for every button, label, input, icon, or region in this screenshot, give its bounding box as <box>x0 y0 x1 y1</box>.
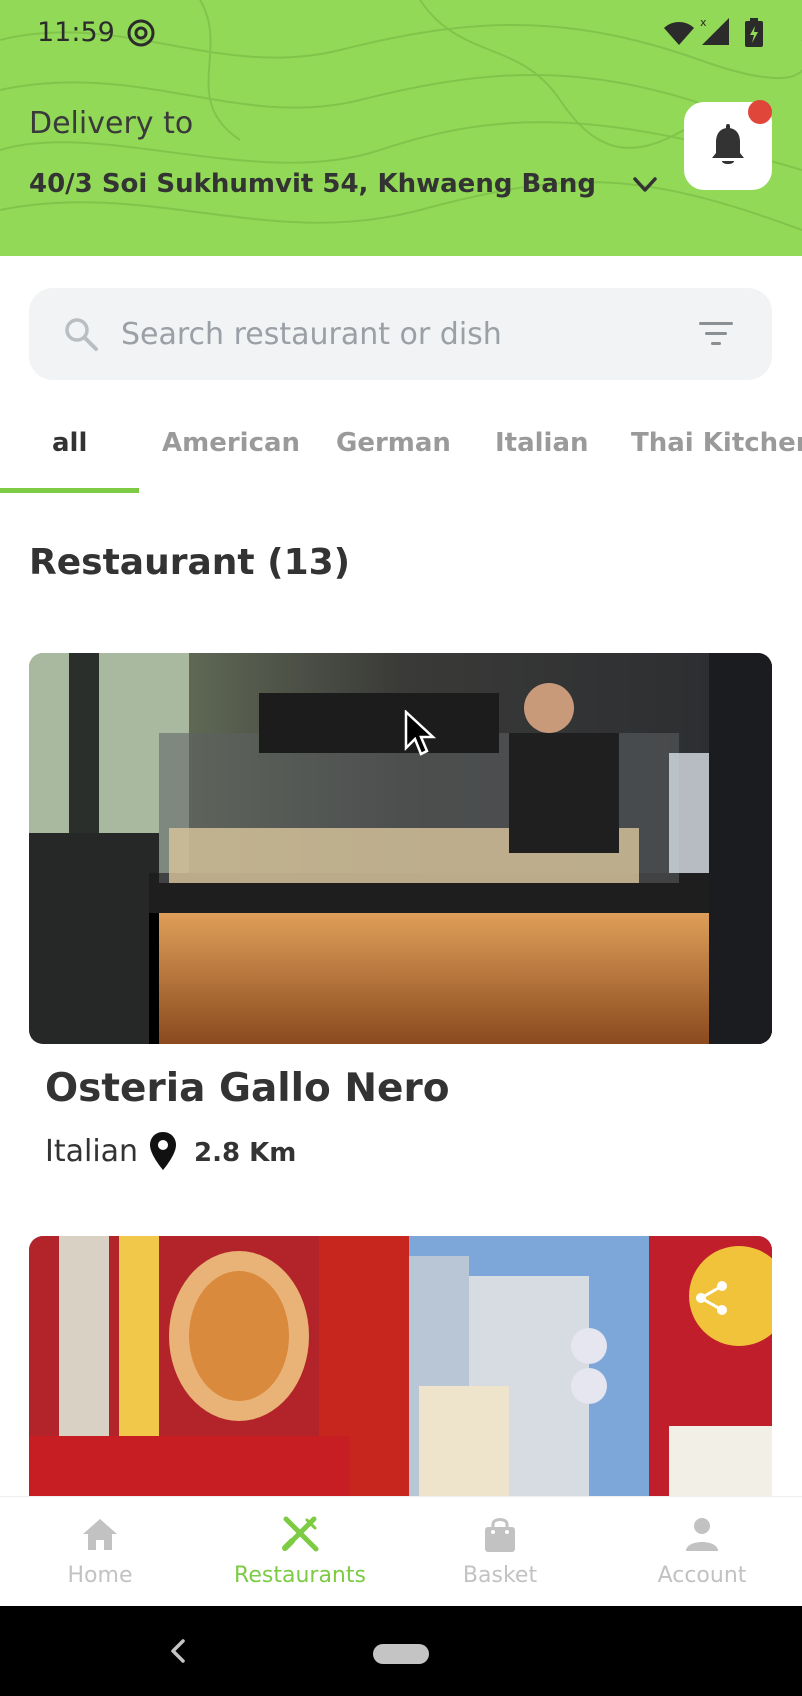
tab-thai-kitchen[interactable]: Thai Kitchen <box>631 428 802 458</box>
nav-restaurants-label: Restaurants <box>234 1563 366 1588</box>
restaurant-name[interactable]: Osteria Gallo Nero <box>45 1066 450 1111</box>
bottom-navigation: Home Restaurants Basket Account <box>0 1496 802 1606</box>
nav-basket[interactable]: Basket <box>400 1497 600 1607</box>
basket-icon <box>485 1518 515 1552</box>
tab-german[interactable]: German <box>336 428 451 458</box>
street-signs-photo <box>29 1236 772 1496</box>
filter-icon[interactable] <box>697 318 735 350</box>
restaurant-card-image[interactable] <box>29 1236 772 1496</box>
tab-american[interactable]: American <box>162 428 300 458</box>
svg-text:x: x <box>700 16 707 29</box>
section-title: Restaurant (13) <box>29 542 351 583</box>
nav-home-label: Home <box>67 1563 133 1588</box>
search-icon <box>65 318 98 351</box>
category-tabs: all American German Italian Thai Kitchen <box>0 410 802 494</box>
tab-italian[interactable]: Italian <box>495 428 589 458</box>
search-bar[interactable] <box>29 288 772 380</box>
nav-restaurants[interactable]: Restaurants <box>200 1497 400 1607</box>
notification-badge <box>748 100 772 124</box>
header: 11:59 x Delivery to 40/3 Soi Sukhumvit 5… <box>0 0 802 256</box>
location-pin-icon <box>150 1132 176 1170</box>
wifi-icon <box>664 22 694 45</box>
restaurant-card-image[interactable] <box>29 653 772 1044</box>
tab-all[interactable]: all <box>52 428 87 458</box>
status-bar: 11:59 x <box>0 0 802 66</box>
restaurant-cuisine: Italian <box>45 1134 139 1169</box>
notifications-button[interactable] <box>684 100 772 190</box>
account-icon <box>686 1518 718 1551</box>
back-icon[interactable] <box>166 1636 190 1666</box>
signal-icon: x <box>700 16 729 45</box>
mouse-cursor-icon <box>404 710 436 756</box>
restaurant-distance: 2.8 Km <box>194 1138 297 1168</box>
nav-account-label: Account <box>657 1563 747 1588</box>
at-sign-icon <box>127 19 155 47</box>
search-input[interactable] <box>121 306 681 362</box>
home-icon <box>83 1519 117 1550</box>
nav-home[interactable]: Home <box>0 1497 200 1607</box>
nav-basket-label: Basket <box>462 1563 538 1588</box>
chevron-down-icon[interactable] <box>631 173 659 197</box>
delivery-address[interactable]: 40/3 Soi Sukhumvit 54, Khwaeng Bang Ch..… <box>29 169 599 199</box>
battery-icon <box>745 18 763 47</box>
delivery-label: Delivery to <box>29 106 194 141</box>
status-time: 11:59 <box>37 17 115 48</box>
restaurants-icon <box>282 1516 319 1552</box>
bell-icon <box>712 124 744 164</box>
active-tab-indicator <box>0 488 139 493</box>
share-icon[interactable] <box>692 1278 732 1318</box>
nav-account[interactable]: Account <box>602 1497 802 1607</box>
home-pill[interactable] <box>373 1644 429 1664</box>
restaurant-counter-photo <box>29 653 772 1044</box>
